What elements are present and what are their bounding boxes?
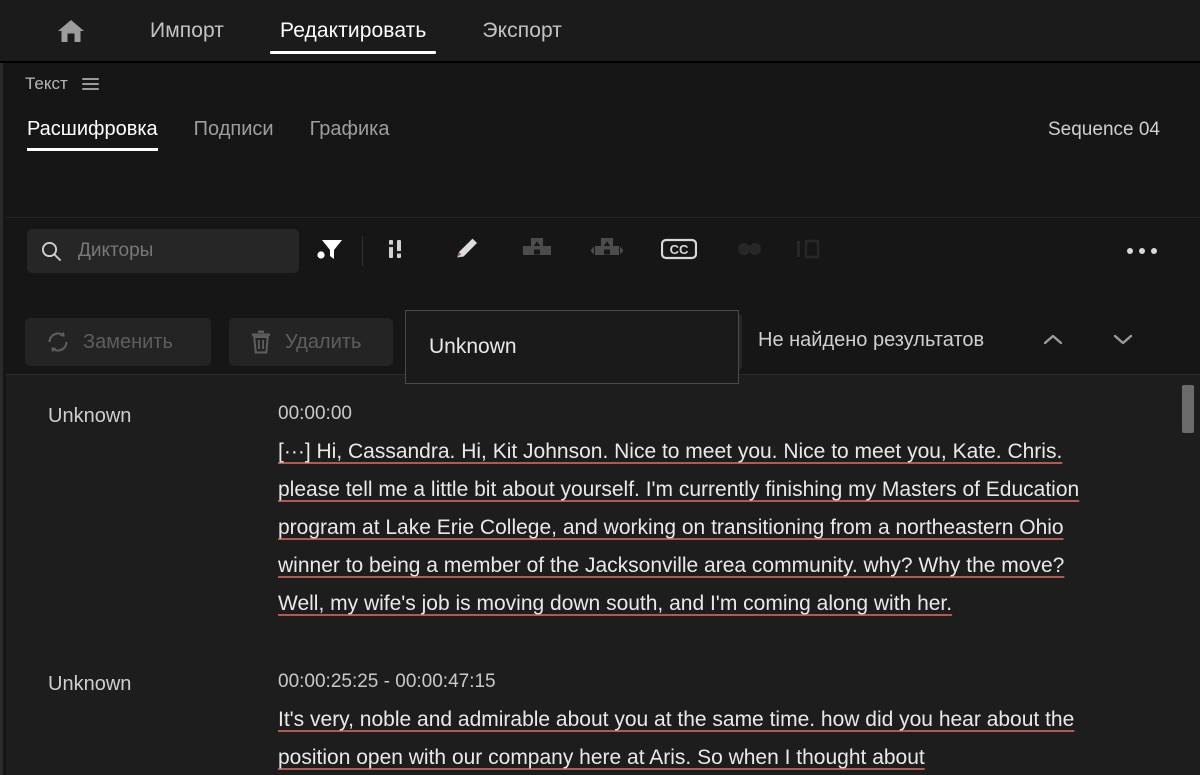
premiere-text-panel-window: Импорт Редактировать Экспорт Текст Расши… (0, 0, 1200, 775)
transcript-block[interactable]: Unknown 00:00:00 [···] Hi, Cassandra. Hi… (6, 375, 1200, 623)
pause-sliders-button[interactable] (372, 228, 418, 274)
trash-icon (249, 329, 273, 355)
tab-import[interactable]: Импорт (122, 0, 252, 62)
block-timecode[interactable]: 00:00:00 (278, 403, 1108, 425)
tab-graphics[interactable]: Графика (292, 105, 408, 153)
hamburger-line (81, 88, 99, 90)
tab-transcript-label: Расшифровка (27, 117, 158, 140)
top-tabs: Импорт Редактировать Экспорт (122, 0, 590, 62)
cc-captions-icon: CC (660, 237, 698, 266)
merge-clips-icon (522, 236, 552, 267)
search-results-status: Не найдено результатов (758, 329, 985, 351)
transcript-block[interactable]: Unknown 00:00:25:25 - 00:00:47:15 It's v… (6, 623, 1200, 775)
block-speaker-name[interactable]: Unknown (6, 671, 278, 775)
tab-transcript[interactable]: Расшифровка (9, 105, 176, 153)
home-icon (56, 17, 86, 45)
panel-title: Текст (25, 74, 68, 93)
replace-button[interactable]: Заменить (25, 318, 211, 366)
delete-button[interactable]: Удалить (229, 318, 393, 366)
transcript-toolbar: CC (3, 220, 1200, 282)
tab-graphics-label: Графика (309, 117, 390, 140)
speaker-dropdown-option-label: Unknown (429, 335, 517, 358)
more-dot (1127, 248, 1133, 254)
search-icon (40, 240, 62, 262)
search-input[interactable] (76, 239, 325, 263)
merge-clips-button[interactable] (514, 228, 560, 274)
tab-captions-label: Подписи (193, 117, 274, 140)
replace-button-label: Заменить (83, 330, 173, 353)
transcript-list[interactable]: Unknown 00:00:00 [···] Hi, Cassandra. Hi… (6, 375, 1200, 775)
disabled-tool-b-button (786, 228, 832, 274)
tab-edit[interactable]: Редактировать (252, 0, 454, 62)
tab-edit-label: Редактировать (280, 19, 427, 42)
previous-result-button[interactable] (1031, 325, 1075, 359)
result-nav-arrows (1031, 325, 1145, 359)
cc-captions-button[interactable]: CC (656, 228, 702, 274)
text-panel: Текст Расшифровка Подписи Графика Sequen… (0, 63, 1200, 775)
hamburger-line (81, 83, 99, 85)
split-clips-button[interactable] (584, 228, 630, 274)
panel-titlebar: Текст (3, 63, 1200, 105)
block-timecode[interactable]: 00:00:25:25 - 00:00:47:15 (278, 671, 1108, 693)
block-transcript-text[interactable]: It's very, noble and admirable about you… (278, 701, 1108, 775)
refresh-icon (45, 329, 71, 355)
more-options-button[interactable] (1118, 229, 1166, 273)
chevron-down-icon (1111, 332, 1135, 352)
next-result-button[interactable] (1101, 325, 1145, 359)
pencil-edit-icon (453, 235, 481, 268)
delete-button-label: Удалить (285, 330, 362, 353)
tab-import-label: Импорт (150, 19, 225, 42)
tab-captions[interactable]: Подписи (176, 105, 292, 153)
more-dot (1151, 248, 1157, 254)
disabled-tool-a-icon (736, 237, 762, 266)
top-navigation-bar: Импорт Редактировать Экспорт (0, 0, 1200, 62)
block-speaker-name[interactable]: Unknown (6, 403, 278, 623)
transcript-scrollbar[interactable] (1182, 375, 1194, 775)
more-dot (1139, 248, 1145, 254)
tab-export-label: Экспорт (482, 19, 563, 42)
pause-sliders-icon (382, 236, 408, 267)
speaker-dropdown-option-unknown[interactable]: Unknown (406, 311, 738, 383)
edit-pencil-button[interactable] (444, 228, 490, 274)
toolbar-separator (362, 236, 363, 266)
hamburger-menu-icon[interactable] (81, 78, 99, 90)
block-body: 00:00:00 [···] Hi, Cassandra. Hi, Kit Jo… (278, 403, 1108, 623)
disabled-tool-a-button (726, 228, 772, 274)
chevron-up-icon (1041, 332, 1065, 352)
block-transcript-text[interactable]: [···] Hi, Cassandra. Hi, Kit Johnson. Ni… (278, 433, 1108, 623)
speaker-dropdown-menu[interactable]: Unknown (405, 310, 739, 384)
split-clips-icon (590, 236, 624, 267)
svg-text:CC: CC (670, 242, 689, 257)
subtabs-divider (6, 217, 1200, 218)
sequence-name: Sequence 04 (1048, 119, 1160, 140)
block-body: 00:00:25:25 - 00:00:47:15 It's very, nob… (278, 671, 1108, 775)
speaker-search-box[interactable] (27, 229, 325, 273)
hamburger-line (81, 78, 99, 80)
transcript-scrollbar-thumb[interactable] (1182, 385, 1194, 433)
disabled-tool-b-icon (794, 237, 824, 266)
tab-export[interactable]: Экспорт (454, 0, 590, 62)
home-button[interactable] (38, 17, 104, 45)
panel-subtabs: Расшифровка Подписи Графика (3, 105, 1200, 153)
